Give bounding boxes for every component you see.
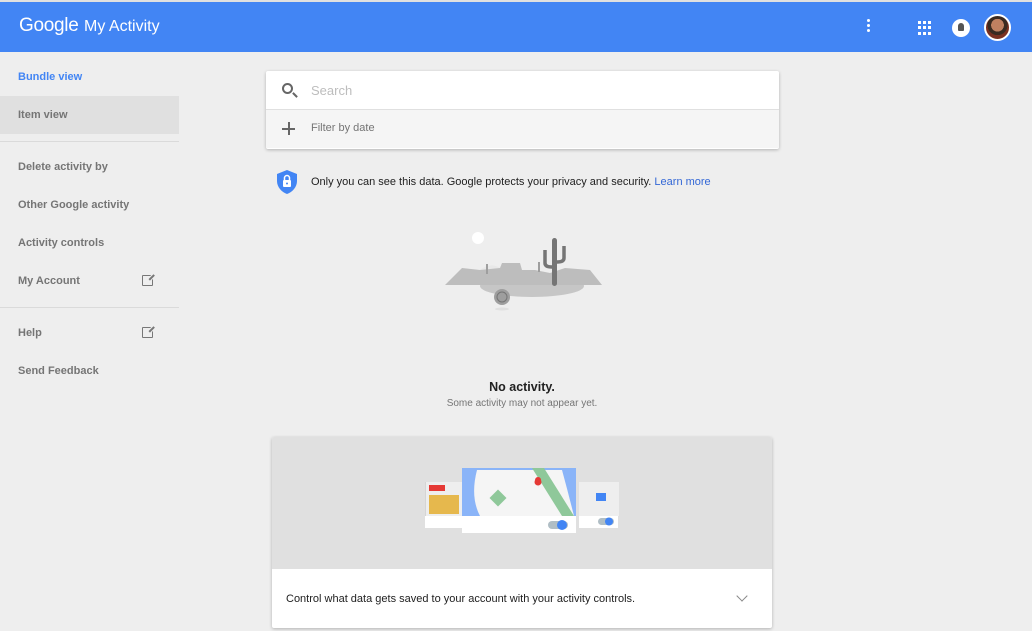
sidebar-item-my-account[interactable]: My Account bbox=[0, 262, 179, 300]
sidebar-item-activity-controls[interactable]: Activity controls bbox=[0, 224, 179, 262]
sidebar-item-bundle-view[interactable]: Bundle view bbox=[0, 58, 179, 96]
sidebar-item-label: Bundle view bbox=[18, 71, 83, 83]
filter-by-date-label: Filter by date bbox=[311, 122, 375, 134]
sidebar-item-other-google-activity[interactable]: Other Google activity bbox=[0, 186, 179, 224]
notifications-icon[interactable] bbox=[952, 19, 970, 37]
apps-icon[interactable] bbox=[918, 21, 932, 35]
chevron-down-icon[interactable] bbox=[736, 590, 748, 602]
sidebar-item-label: Activity controls bbox=[18, 237, 105, 249]
sidebar-item-item-view[interactable]: Item view bbox=[0, 96, 179, 134]
google-logo[interactable]: Google bbox=[19, 15, 79, 37]
privacy-text: Only you can see this data. Google prote… bbox=[311, 176, 711, 188]
sidebar-item-label: My Account bbox=[18, 275, 80, 287]
sidebar-item-label: Other Google activity bbox=[18, 199, 130, 211]
sidebar-item-label: Help bbox=[18, 327, 42, 339]
empty-state-subtitle: Some activity may not appear yet. bbox=[446, 398, 598, 409]
activity-controls-text: Control what data gets saved to your acc… bbox=[286, 593, 636, 605]
filter-by-date-button[interactable]: Filter by date bbox=[266, 110, 779, 148]
search-icon[interactable] bbox=[282, 83, 293, 94]
empty-state-title: No activity. bbox=[489, 380, 555, 394]
desert-illustration bbox=[445, 232, 602, 311]
sidebar-item-send-feedback[interactable]: Send Feedback bbox=[0, 352, 179, 390]
activity-controls-banner bbox=[272, 437, 772, 569]
sidebar-divider bbox=[0, 307, 179, 308]
sidebar-item-label: Send Feedback bbox=[18, 365, 99, 377]
sidebar-item-label: Delete activity by bbox=[18, 161, 108, 173]
sidebar-divider bbox=[0, 141, 179, 142]
plus-icon bbox=[282, 122, 295, 135]
activity-controls-card: Control what data gets saved to your acc… bbox=[272, 437, 772, 628]
open-in-new-icon bbox=[142, 275, 153, 286]
sidebar-item-help[interactable]: Help bbox=[0, 314, 179, 352]
app-title[interactable]: My Activity bbox=[84, 18, 160, 36]
app-header: Google My Activity bbox=[0, 0, 1032, 52]
open-in-new-icon bbox=[142, 327, 153, 338]
search-row bbox=[266, 71, 779, 110]
sidebar-item-label: Item view bbox=[18, 109, 68, 121]
avatar[interactable] bbox=[984, 14, 1011, 41]
activity-controls-expand[interactable]: Control what data gets saved to your acc… bbox=[272, 569, 772, 628]
learn-more-link[interactable]: Learn more bbox=[654, 176, 710, 188]
activity-controls-illustration bbox=[425, 468, 619, 537]
sidebar: Bundle view Item view Delete activity by… bbox=[0, 52, 179, 390]
sidebar-item-delete-activity[interactable]: Delete activity by bbox=[0, 148, 179, 186]
search-card: Filter by date bbox=[266, 71, 779, 149]
privacy-message: Only you can see this data. Google prote… bbox=[311, 176, 652, 188]
search-input[interactable] bbox=[311, 79, 751, 101]
more-vert-icon[interactable] bbox=[864, 18, 872, 36]
shield-lock-icon bbox=[277, 170, 297, 194]
